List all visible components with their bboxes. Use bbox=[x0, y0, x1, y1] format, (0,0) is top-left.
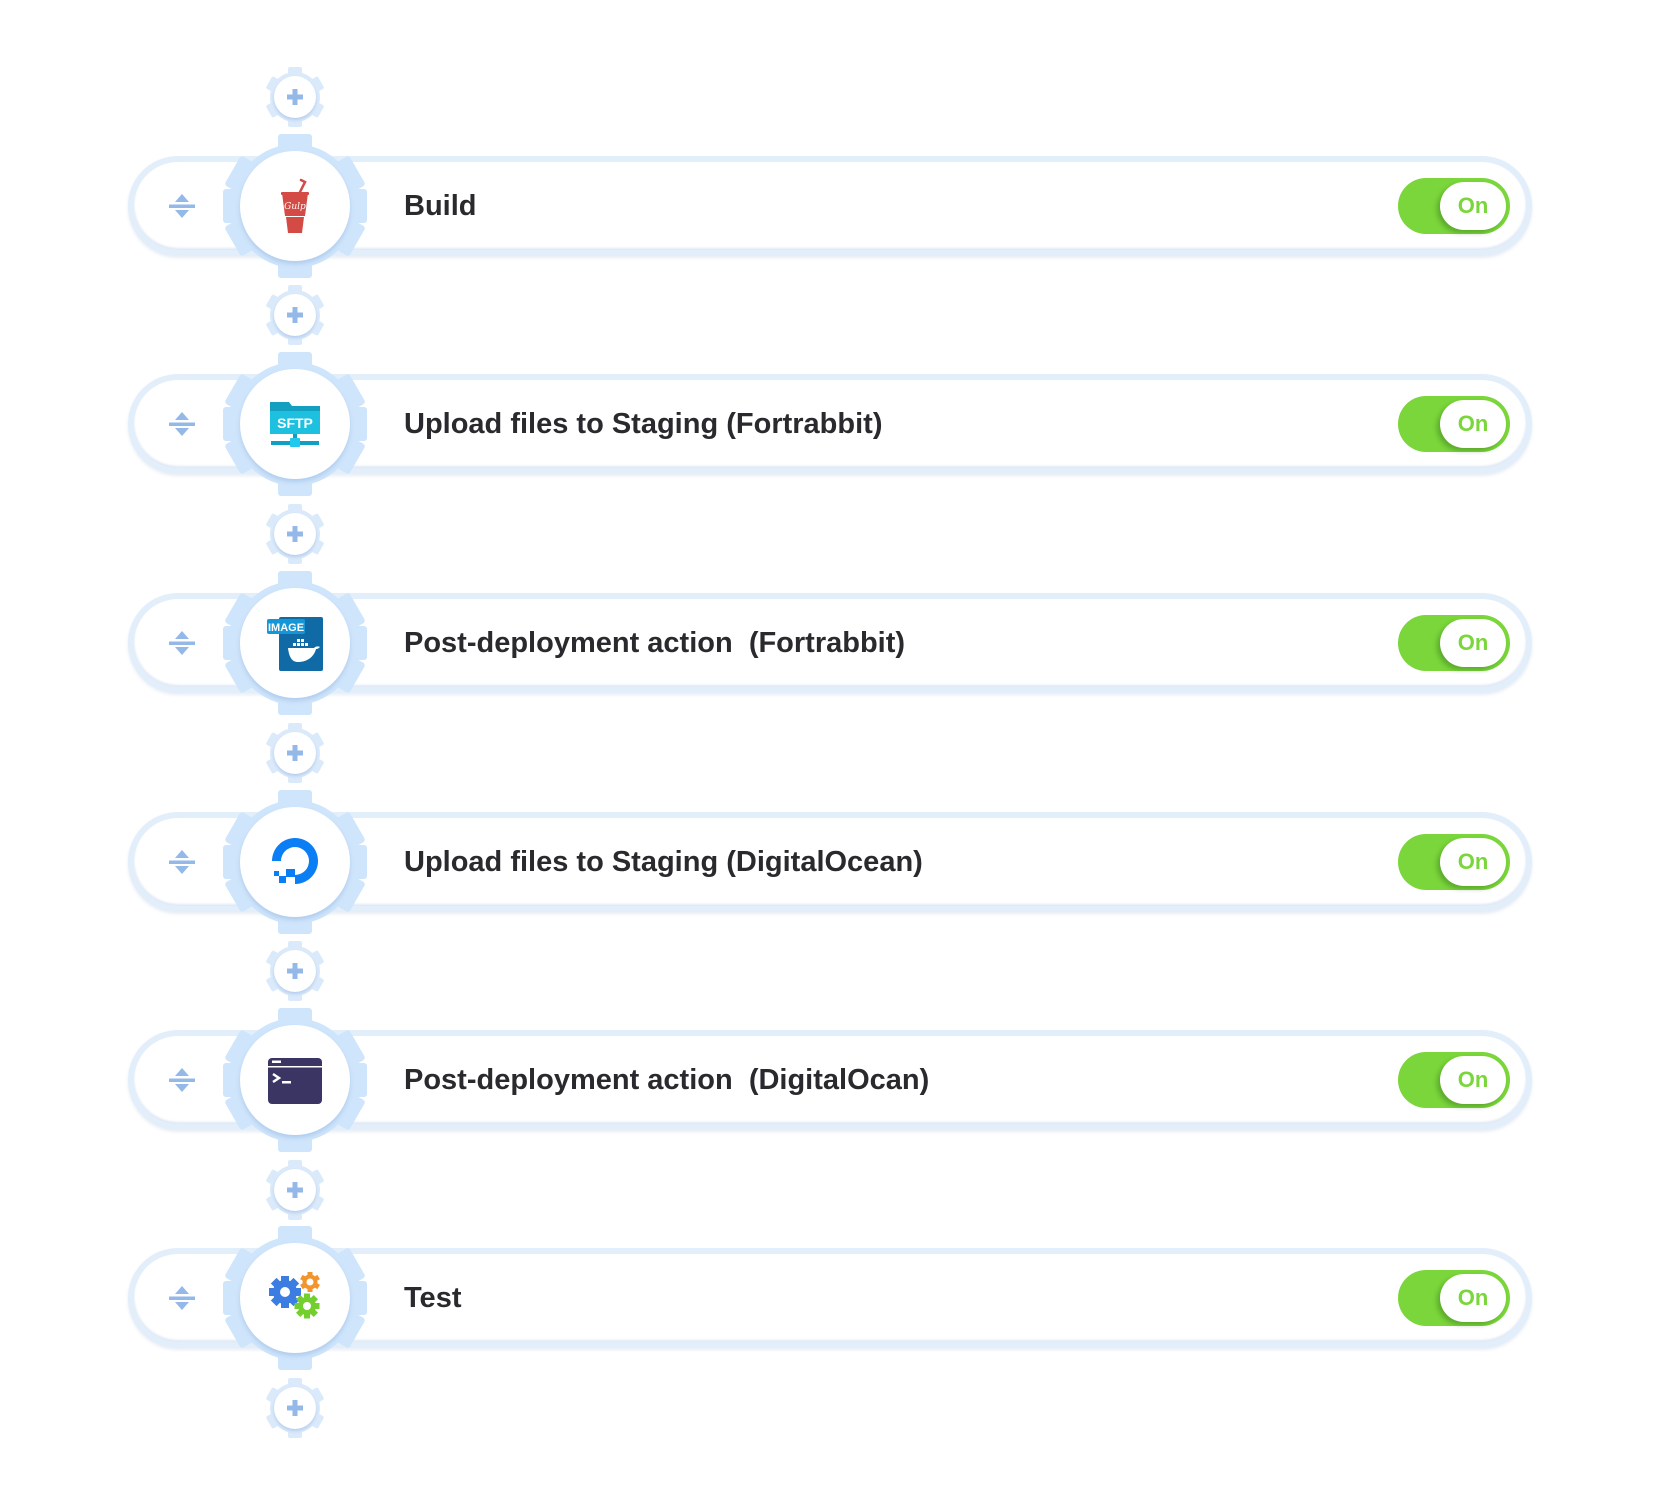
reorder-icon bbox=[169, 412, 195, 436]
step-toggle[interactable]: On bbox=[1398, 615, 1510, 671]
docker-image-icon: IMAGE bbox=[265, 613, 325, 673]
step-icon-badge[interactable]: IMAGE bbox=[223, 571, 367, 715]
step-label: Upload files to Staging (Fortrabbit) bbox=[404, 408, 883, 440]
step-label: Test bbox=[404, 1282, 462, 1314]
step-label: Post-deployment action (Fortrabbit) bbox=[404, 627, 906, 659]
add-step-button[interactable] bbox=[265, 285, 325, 345]
step-icon-badge[interactable] bbox=[223, 1226, 367, 1370]
add-step-button[interactable] bbox=[265, 67, 325, 127]
add-step-button[interactable] bbox=[265, 1160, 325, 1220]
digitalocean-icon bbox=[265, 832, 325, 892]
pipeline-steps-list: Gulp Build On SFTP Upload files to Stagi… bbox=[0, 0, 1660, 1502]
step-icon-badge[interactable]: SFTP bbox=[223, 352, 367, 496]
drag-handle[interactable] bbox=[162, 404, 202, 444]
step-toggle[interactable]: On bbox=[1398, 396, 1510, 452]
plus-icon bbox=[286, 88, 304, 106]
step-toggle[interactable]: On bbox=[1398, 1270, 1510, 1326]
terminal-icon bbox=[265, 1050, 325, 1110]
toggle-state-label: On bbox=[1440, 1056, 1506, 1104]
drag-handle[interactable] bbox=[162, 1060, 202, 1100]
toggle-state-label: On bbox=[1440, 182, 1506, 230]
add-step-button[interactable] bbox=[265, 723, 325, 783]
reorder-icon bbox=[169, 194, 195, 218]
reorder-icon bbox=[169, 1068, 195, 1092]
plus-icon bbox=[286, 525, 304, 543]
pipeline-step: SFTP Upload files to Staging (Fortrabbit… bbox=[128, 352, 1532, 496]
svg-text:IMAGE: IMAGE bbox=[268, 622, 304, 634]
step-label: Build bbox=[404, 190, 477, 222]
drag-handle[interactable] bbox=[162, 623, 202, 663]
step-toggle[interactable]: On bbox=[1398, 1052, 1510, 1108]
reorder-icon bbox=[169, 1286, 195, 1310]
toggle-state-label: On bbox=[1440, 400, 1506, 448]
add-step-button[interactable] bbox=[265, 504, 325, 564]
drag-handle[interactable] bbox=[162, 186, 202, 226]
plus-icon bbox=[286, 1181, 304, 1199]
pipeline-step: Gulp Build On bbox=[128, 134, 1532, 278]
step-label: Upload files to Staging (DigitalOcean) bbox=[404, 846, 923, 878]
sftp-icon: SFTP bbox=[265, 394, 325, 454]
add-step-button[interactable] bbox=[265, 941, 325, 1001]
drag-handle[interactable] bbox=[162, 842, 202, 882]
toggle-state-label: On bbox=[1440, 838, 1506, 886]
pipeline-step: Test On bbox=[128, 1226, 1532, 1370]
gears-icon bbox=[265, 1268, 325, 1328]
plus-icon bbox=[286, 962, 304, 980]
add-step-button[interactable] bbox=[265, 1378, 325, 1438]
step-icon-badge[interactable] bbox=[223, 790, 367, 934]
step-toggle[interactable]: On bbox=[1398, 834, 1510, 890]
step-toggle[interactable]: On bbox=[1398, 178, 1510, 234]
step-icon-badge[interactable]: Gulp bbox=[223, 134, 367, 278]
drag-handle[interactable] bbox=[162, 1278, 202, 1318]
plus-icon bbox=[286, 306, 304, 324]
pipeline-step: Post-deployment action (DigitalOcan) On bbox=[128, 1008, 1532, 1152]
reorder-icon bbox=[169, 850, 195, 874]
step-icon-badge[interactable] bbox=[223, 1008, 367, 1152]
plus-icon bbox=[286, 1399, 304, 1417]
toggle-state-label: On bbox=[1440, 1274, 1506, 1322]
plus-icon bbox=[286, 744, 304, 762]
pipeline-step: IMAGE Post-deployment action (Fortrabbit… bbox=[128, 571, 1532, 715]
toggle-state-label: On bbox=[1440, 619, 1506, 667]
svg-text:Gulp: Gulp bbox=[284, 202, 306, 212]
reorder-icon bbox=[169, 631, 195, 655]
step-label: Post-deployment action (DigitalOcan) bbox=[404, 1064, 930, 1096]
pipeline-step: Upload files to Staging (DigitalOcean) O… bbox=[128, 790, 1532, 934]
svg-text:SFTP: SFTP bbox=[277, 415, 313, 431]
gulp-icon: Gulp bbox=[265, 176, 325, 236]
